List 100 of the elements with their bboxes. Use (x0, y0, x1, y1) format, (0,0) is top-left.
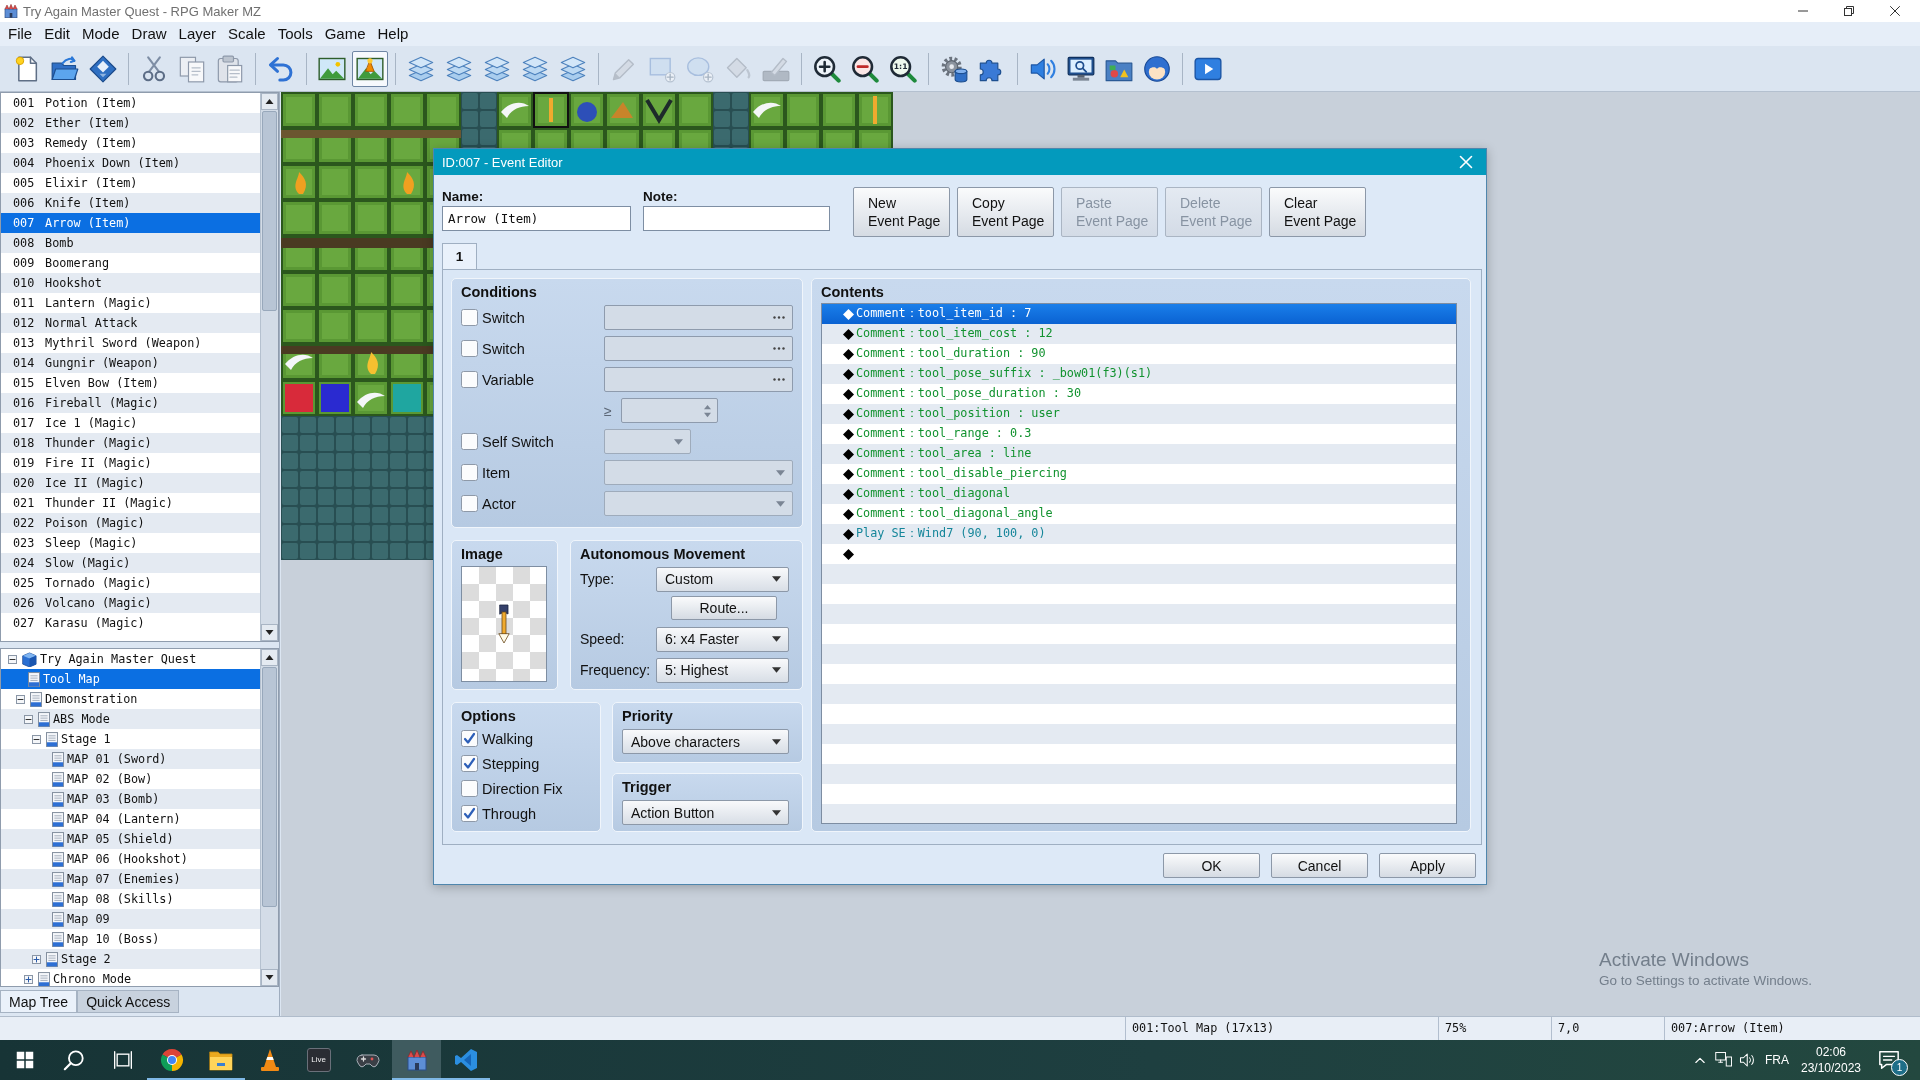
dropdown[interactable]: Custom (656, 566, 789, 592)
menu-item[interactable]: File (2, 23, 39, 45)
tree-item[interactable]: MAP 01 (Sword) (1, 749, 260, 769)
checkbox[interactable] (461, 805, 478, 822)
list-item[interactable]: 022 Poison (Magic) (1, 513, 260, 533)
dialog-button[interactable]: OK (1163, 853, 1260, 878)
list-item[interactable]: 016 Fireball (Magic) (1, 393, 260, 413)
tree-item[interactable]: MAP 03 (Bomb) (1, 789, 260, 809)
menu-item[interactable]: Edit (38, 23, 77, 45)
scrollbar[interactable] (260, 649, 278, 986)
undo-icon[interactable] (267, 54, 295, 83)
collapse-icon[interactable] (8, 654, 17, 664)
scrollbar[interactable] (260, 93, 278, 641)
scroll-down-button[interactable] (261, 969, 278, 986)
dropdown[interactable]: 6: x4 Faster (656, 626, 789, 652)
menu-item[interactable]: Layer (172, 23, 223, 45)
start-menu-icon[interactable] (15, 1051, 34, 1069)
image-picker[interactable] (461, 566, 547, 682)
collapse-icon[interactable] (16, 694, 25, 704)
collapse-icon[interactable] (24, 714, 33, 724)
menu-item[interactable]: Tools (271, 23, 319, 45)
scroll-down-button[interactable] (261, 624, 278, 641)
layers-icon[interactable] (445, 54, 473, 83)
monitor-search-icon[interactable] (1067, 54, 1095, 83)
panel-tab[interactable]: Quick Access (77, 990, 180, 1013)
dropdown[interactable]: Above characters (622, 729, 789, 754)
list-item[interactable]: 024 Slow (Magic) (1, 553, 260, 573)
notification-icon[interactable] (1878, 1049, 1900, 1071)
name-field[interactable]: Arrow (Item) (442, 206, 631, 231)
network-icon[interactable] (1715, 1051, 1733, 1069)
clock-time[interactable]: 02:06 (1816, 1044, 1846, 1060)
collapse-icon[interactable] (32, 734, 41, 744)
page-button[interactable]: Copy Event Page (957, 187, 1054, 237)
language-indicator[interactable]: FRA (1760, 1053, 1794, 1067)
scroll-up-button[interactable] (261, 649, 278, 666)
database-gear-icon[interactable] (940, 54, 968, 83)
list-item[interactable]: 026 Volcano (Magic) (1, 593, 260, 613)
command-row[interactable]: Comment：tool_range : 0.3 (822, 424, 1456, 444)
tree-item[interactable]: ABS Mode (1, 709, 260, 729)
character-icon[interactable] (1143, 54, 1171, 83)
dialog-button[interactable]: Cancel (1271, 853, 1368, 878)
menu-item[interactable]: Game (318, 23, 372, 45)
page-button[interactable]: New Event Page (853, 187, 950, 237)
zoom-out-icon[interactable] (851, 54, 879, 83)
chevron-up-icon[interactable] (1693, 1055, 1707, 1065)
restore-icon[interactable] (1844, 6, 1854, 16)
note-field[interactable] (643, 206, 830, 231)
clock-date[interactable]: 23/10/2023 (1800, 1060, 1862, 1076)
layers-icon[interactable] (521, 54, 549, 83)
tree-item[interactable]: MAP 05 (Shield) (1, 829, 260, 849)
menu-item[interactable]: Mode (76, 23, 126, 45)
command-row[interactable]: Comment：tool_pose_duration : 30 (822, 384, 1456, 404)
checkbox[interactable] (461, 780, 478, 797)
list-item[interactable]: 012 Normal Attack (1, 313, 260, 333)
list-item[interactable]: 018 Thunder (Magic) (1, 433, 260, 453)
taskbar-button[interactable]: Live (294, 1040, 343, 1080)
layers-icon[interactable] (559, 54, 587, 83)
panel-tab[interactable]: Map Tree (0, 990, 78, 1013)
dropdown[interactable]: 5: Highest (656, 657, 789, 683)
menu-item[interactable]: Help (371, 23, 415, 45)
checkbox[interactable] (461, 755, 478, 772)
expand-icon[interactable] (32, 954, 41, 964)
close-icon[interactable] (1890, 6, 1900, 16)
list-item[interactable]: 010 Hookshot (1, 273, 260, 293)
tree-item[interactable]: Stage 2 (1, 949, 260, 969)
page-button[interactable]: Clear Event Page (1269, 187, 1366, 237)
task-view-icon[interactable] (112, 1050, 133, 1070)
scissors-icon[interactable] (140, 54, 168, 83)
menu-item[interactable]: Draw (125, 23, 173, 45)
command-row[interactable]: Comment：tool_item_id : 7 (822, 304, 1456, 324)
save-icon[interactable] (89, 54, 117, 83)
command-row[interactable]: Play SE：Wind7 (90, 100, 0) (822, 524, 1456, 544)
open-folder-icon[interactable] (51, 54, 79, 83)
layers-icon[interactable] (407, 54, 435, 83)
scrollbar-thumb[interactable] (262, 667, 277, 907)
list-item[interactable]: 008 Bomb (1, 233, 260, 253)
command-row[interactable]: Comment：tool_disable_piercing (822, 464, 1456, 484)
list-item[interactable]: 020 Ice II (Magic) (1, 473, 260, 493)
dropdown[interactable]: Action Button (622, 800, 789, 825)
list-item[interactable]: 002 Ether (Item) (1, 113, 260, 133)
menu-item[interactable]: Scale (222, 23, 272, 45)
list-item[interactable]: 006 Knife (Item) (1, 193, 260, 213)
selected-event-marker[interactable] (533, 92, 569, 128)
list-item[interactable]: 014 Gungnir (Weapon) (1, 353, 260, 373)
clipboard-icon[interactable] (216, 54, 244, 83)
search-icon[interactable] (62, 1049, 85, 1071)
zoom-in-icon[interactable] (813, 54, 841, 83)
layers-icon[interactable] (483, 54, 511, 83)
list-item[interactable]: 007 Arrow (Item) (1, 213, 260, 233)
taskbar-button[interactable] (392, 1040, 441, 1080)
checkbox[interactable] (461, 730, 478, 747)
command-row[interactable]: Comment：tool_duration : 90 (822, 344, 1456, 364)
scrollbar-thumb[interactable] (262, 111, 277, 311)
copy-icon[interactable] (178, 54, 206, 83)
page-tab[interactable]: 1 (442, 243, 477, 269)
tree-item[interactable]: Tool Map (1, 669, 260, 689)
tree-item[interactable]: Map 07 (Enemies) (1, 869, 260, 889)
tree-item[interactable]: Map 09 (1, 909, 260, 929)
route-button[interactable]: Route... (671, 596, 777, 620)
scroll-up-button[interactable] (261, 93, 278, 110)
